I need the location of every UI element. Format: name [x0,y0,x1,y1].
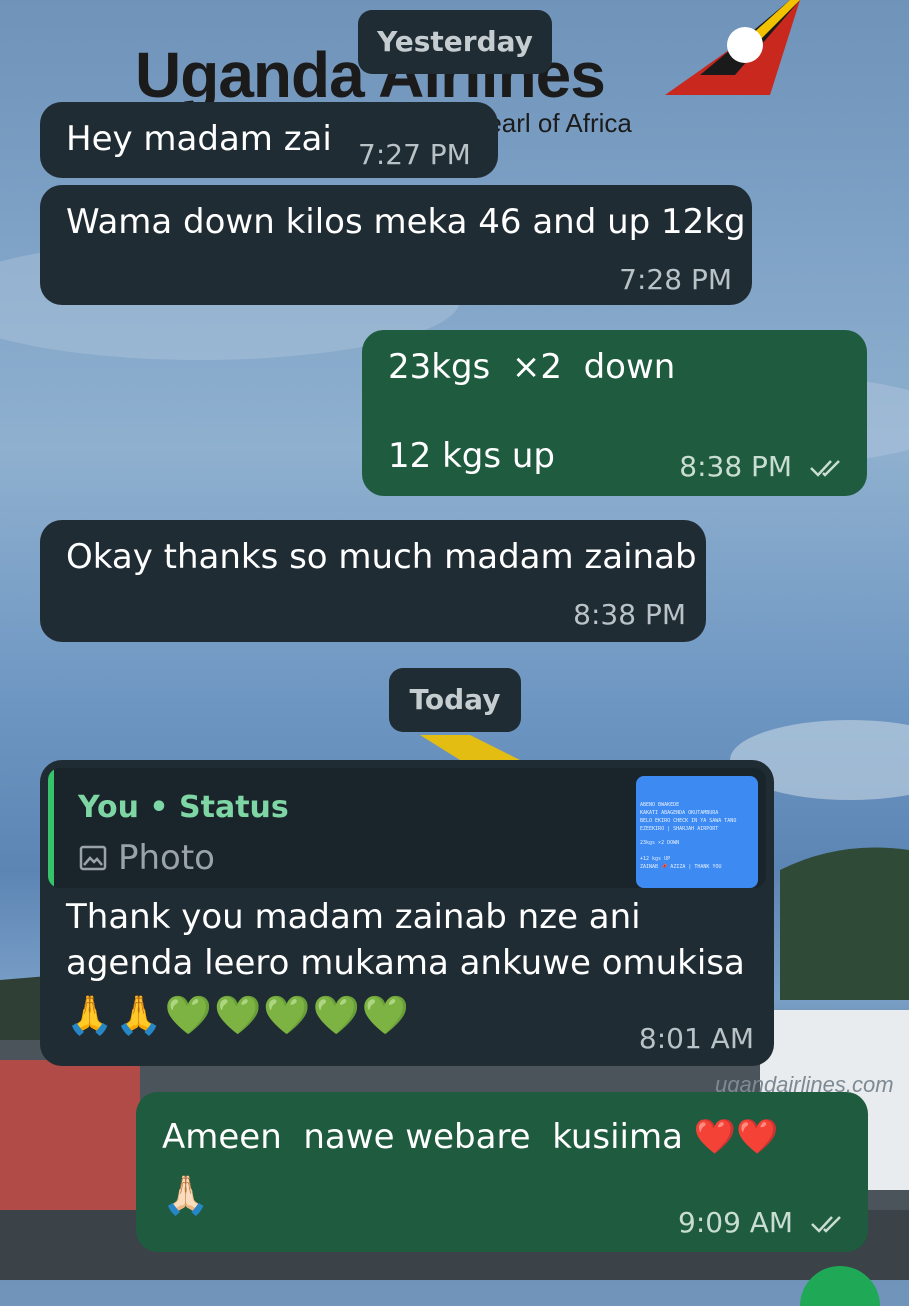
thumbnail-text: EZEEKIRO | SHARJAH AIRPORT [640,826,719,832]
status-reply-quote[interactable]: You • Status Photo ABENO BWAKEDE KAKATI … [48,768,766,888]
message-time: 9:09 AM [678,1206,794,1239]
date-divider-yesterday: Yesterday [358,10,552,74]
message-bubble-outgoing[interactable]: 23kgs ×2 down 12 kgs up 8:38 PM [362,330,867,496]
message-time: 8:01 AM [638,1022,754,1055]
message-time: 7:28 PM [619,263,732,296]
thumbnail-text: +12 kgs UP [640,856,671,862]
message-bubble-incoming[interactable]: Wama down kilos meka 46 and up 12kg 7:28… [40,185,752,305]
message-line: Thank you madam zainab nze ani [66,897,641,937]
date-divider-today: Today [389,668,521,732]
message-time-row: 8:38 PM [679,450,849,483]
message-time-row: 9:09 AM [678,1206,850,1239]
message-bubble-outgoing[interactable]: Ameen nawe webare kusiima ❤️❤️ 🙏🏻 9:09 A… [136,1092,868,1252]
thumbnail-text: BELO EKIRO CHECK IN YA SAWA TANO [640,818,737,824]
message-line: agenda leero mukama ankuwe omukisa [66,943,745,983]
message-emojis: 🙏🏻 [162,1173,210,1217]
thumbnail-text: 23kgs ×2 DOWN [640,840,680,846]
photo-icon [79,845,107,871]
message-text: Hey madam zai [66,119,332,159]
thumbnail-text: ZAINAB 📌 AZIZA | THANK YOU [640,864,722,870]
quote-type-label: Photo [118,838,215,878]
message-time: 8:38 PM [573,598,686,631]
message-line: 12 kgs up [388,436,555,476]
message-bubble-incoming[interactable]: You • Status Photo ABENO BWAKEDE KAKATI … [40,760,774,1066]
quote-type-row: Photo [78,838,215,878]
status-photo-thumbnail[interactable]: ABENO BWAKEDE KAKATI ABAGENDA OKUTAMBURA… [636,776,758,888]
quote-author: You • Status [78,790,289,825]
message-text: Wama down kilos meka 46 and up 12kg [66,202,746,242]
thumbnail-text: ABENO BWAKEDE [640,802,680,808]
message-emojis: 🙏🙏💚💚💚💚💚 [66,993,412,1037]
message-text: Okay thanks so much madam zainab [66,537,697,577]
message-bubble-incoming[interactable]: Okay thanks so much madam zainab 8:38 PM [40,520,706,642]
message-text: Ameen nawe webare kusiima ❤️❤️ [162,1117,779,1157]
message-line: 23kgs ×2 down [388,347,676,387]
message-time: 8:38 PM [679,450,793,483]
message-time: 7:27 PM [358,138,471,171]
airline-tail-logo [665,0,800,95]
quote-accent-bar [48,768,54,888]
thumbnail-text: KAKATI ABAGENDA OKUTAMBURA [640,810,719,816]
read-receipt-icon [810,460,840,477]
read-receipt-icon [811,1216,841,1233]
message-bubble-incoming[interactable]: Hey madam zai 7:27 PM [40,102,498,178]
